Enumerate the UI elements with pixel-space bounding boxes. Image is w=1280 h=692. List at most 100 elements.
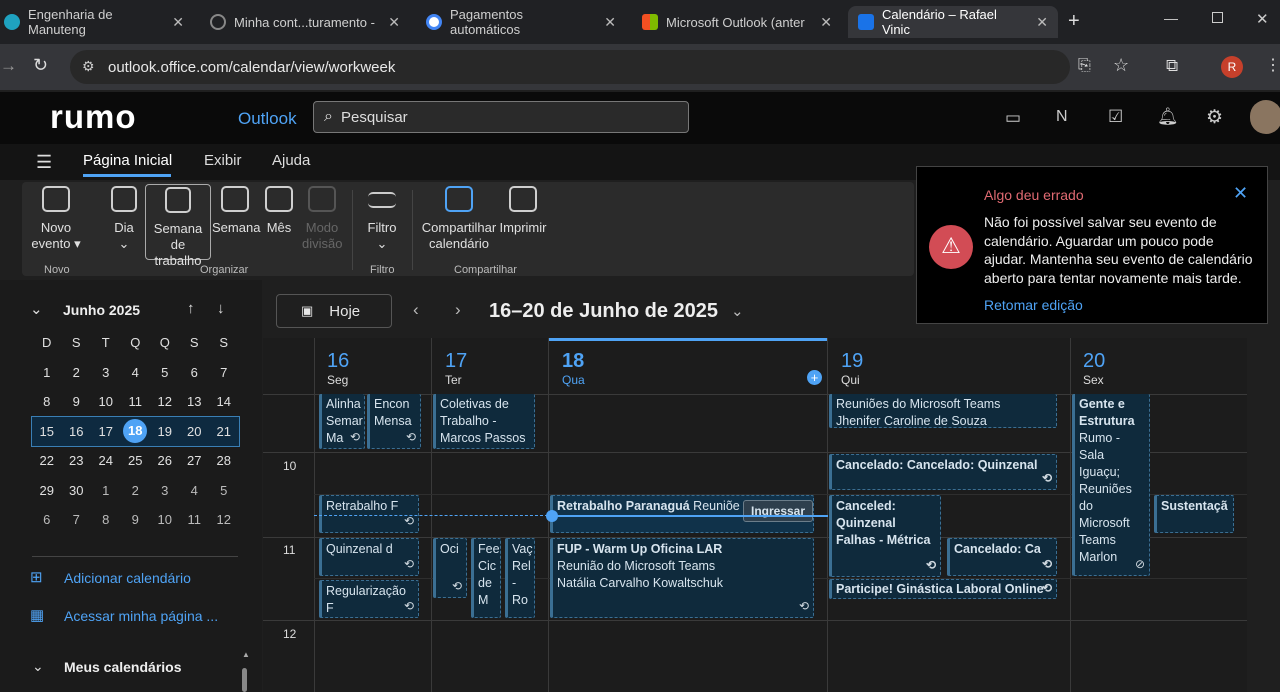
maximize-icon[interactable]: [1212, 12, 1223, 23]
onenote-icon[interactable]: N: [1056, 108, 1068, 126]
calendar-event[interactable]: Oci ⟲: [433, 538, 467, 598]
gear-icon[interactable]: ⚙: [1206, 106, 1223, 129]
day-cell[interactable]: 24: [91, 446, 121, 476]
day-cell[interactable]: 1: [91, 476, 121, 506]
browser-tab[interactable]: Microsoft Outlook (anter ✕: [632, 6, 842, 38]
browser-tab[interactable]: Minha cont...turamento - ✕: [200, 6, 410, 38]
extensions-icon[interactable]: ⧉: [1166, 56, 1178, 76]
week-view-button[interactable]: Semana: [212, 186, 260, 236]
work-week-view-button[interactable]: Semana de trabalho: [145, 184, 211, 268]
calendar-event[interactable]: Cancelado: Ca ⟲: [947, 538, 1057, 576]
share-calendar-button[interactable]: Compartilhar calendário: [420, 186, 498, 252]
meet-now-icon[interactable]: ▭: [1005, 108, 1021, 128]
day-cell[interactable]: 18: [121, 417, 151, 447]
day-cell[interactable]: 3: [150, 476, 180, 506]
day-cell[interactable]: 1: [32, 358, 62, 388]
day-cell[interactable]: 4: [180, 476, 210, 506]
today-button[interactable]: ▣ Hoje: [276, 294, 392, 328]
site-info-icon[interactable]: ⚙: [82, 58, 95, 75]
url-input[interactable]: ⚙ outlook.office.com/calendar/view/workw…: [70, 50, 1129, 84]
day-cell[interactable]: 8: [91, 505, 121, 535]
day-header[interactable]: 17 Ter: [445, 350, 467, 387]
day-cell[interactable]: 11: [180, 505, 210, 535]
collapse-chevron-icon[interactable]: ⌄: [30, 300, 43, 318]
day-header[interactable]: 19 Qui: [841, 350, 863, 387]
scrollbar[interactable]: [242, 668, 247, 692]
new-tab-icon[interactable]: +: [1068, 10, 1080, 33]
day-cell[interactable]: 9: [121, 505, 151, 535]
calendar-event[interactable]: Retrabalho F ⟲: [319, 495, 419, 533]
day-cell[interactable]: 8: [32, 387, 62, 417]
close-tab-icon[interactable]: ✕: [388, 14, 400, 31]
todo-icon[interactable]: ☑: [1108, 107, 1123, 127]
tab-home[interactable]: Página Inicial: [83, 152, 172, 169]
calendar-event[interactable]: Participe! Ginástica Laboral Online ⟲: [829, 579, 1057, 599]
my-calendars-chevron-icon[interactable]: ⌄: [32, 658, 44, 675]
day-cell[interactable]: 29: [32, 476, 62, 506]
day-cell[interactable]: 23: [62, 446, 92, 476]
search-input[interactable]: ⌕ Pesquisar: [313, 101, 689, 133]
filter-button[interactable]: Filtro ⌄: [364, 186, 400, 252]
scroll-up-icon[interactable]: ▲: [242, 650, 250, 659]
day-cell[interactable]: 11: [121, 387, 151, 417]
install-icon[interactable]: ⎘: [1078, 57, 1091, 75]
day-cell[interactable]: 7: [62, 505, 92, 535]
prev-week-icon[interactable]: ‹: [413, 300, 419, 320]
day-cell[interactable]: 17: [91, 417, 121, 447]
hamburger-icon[interactable]: ☰: [36, 152, 52, 173]
close-tab-icon[interactable]: ✕: [820, 14, 832, 31]
day-cell[interactable]: 12: [150, 387, 180, 417]
my-calendars-heading[interactable]: Meus calendários: [64, 659, 182, 675]
day-view-button[interactable]: Dia ⌄: [106, 186, 142, 252]
browser-tab-active[interactable]: Calendário – Rafael Vinic ✕: [848, 6, 1058, 38]
calendar-event[interactable]: Fee Cic de M: [471, 538, 501, 618]
day-cell[interactable]: 5: [209, 476, 239, 506]
day-cell[interactable]: 19: [150, 417, 180, 447]
day-cell[interactable]: 27: [180, 446, 210, 476]
prev-month-icon[interactable]: ↑: [187, 300, 195, 317]
calendar-event[interactable]: Sustentaçã: [1154, 495, 1234, 533]
calendar-event[interactable]: Reuniões do Microsoft Teams Jhenifer Caro…: [829, 394, 1057, 428]
day-cell[interactable]: 6: [32, 505, 62, 535]
calendar-event[interactable]: Coletivas de Trabalho - Marcos Passos: [433, 394, 535, 449]
browser-menu-icon[interactable]: ⋮: [1265, 55, 1280, 75]
close-tab-icon[interactable]: ✕: [172, 14, 184, 31]
add-calendar-link[interactable]: Adicionar calendário: [64, 570, 191, 586]
day-cell[interactable]: 9: [62, 387, 92, 417]
browser-tab[interactable]: Engenharia de Manuteng ✕: [0, 6, 194, 38]
day-cell[interactable]: 22: [32, 446, 62, 476]
day-cell[interactable]: 13: [180, 387, 210, 417]
day-cell[interactable]: 30: [62, 476, 92, 506]
bookmark-star-icon[interactable]: ☆: [1113, 55, 1129, 76]
day-cell[interactable]: 6: [180, 358, 210, 388]
next-week-icon[interactable]: ›: [455, 300, 461, 320]
resume-editing-link[interactable]: Retomar edição: [984, 297, 1083, 313]
day-cell[interactable]: 10: [150, 505, 180, 535]
join-button[interactable]: Ingressar: [743, 500, 813, 522]
next-month-icon[interactable]: ↓: [217, 300, 225, 317]
day-cell[interactable]: 5: [150, 358, 180, 388]
tab-view[interactable]: Exibir: [204, 152, 242, 169]
back-icon[interactable]: →: [0, 56, 17, 76]
profile-avatar[interactable]: R: [1221, 56, 1243, 78]
day-cell[interactable]: 10: [91, 387, 121, 417]
day-cell[interactable]: 12: [209, 505, 239, 535]
day-cell[interactable]: 20: [180, 417, 210, 447]
new-event-button[interactable]: Novo evento ▾: [28, 186, 84, 252]
day-cell[interactable]: 7: [209, 358, 239, 388]
calendar-event[interactable]: Vaç Rel - Ro: [505, 538, 535, 618]
day-cell[interactable]: 14: [209, 387, 239, 417]
day-header[interactable]: 16 Seg: [327, 350, 349, 387]
day-cell[interactable]: 4: [121, 358, 151, 388]
day-cell[interactable]: 26: [150, 446, 180, 476]
browser-tab[interactable]: Pagamentos automáticos ✕: [416, 6, 626, 38]
calendar-event[interactable]: Alinha Semar Ma ⟲: [319, 394, 365, 449]
calendar-event[interactable]: Quinzenal d ⟲: [319, 538, 419, 576]
calendar-event[interactable]: Cancelado: Cancelado: Quinzenal ⟲: [829, 454, 1057, 490]
day-cell[interactable]: 2: [121, 476, 151, 506]
day-cell[interactable]: 2: [62, 358, 92, 388]
close-tab-icon[interactable]: ✕: [1036, 14, 1048, 31]
close-icon[interactable]: ✕: [1233, 183, 1248, 204]
print-button[interactable]: Imprimir: [498, 186, 548, 236]
add-event-icon[interactable]: +: [807, 370, 822, 385]
